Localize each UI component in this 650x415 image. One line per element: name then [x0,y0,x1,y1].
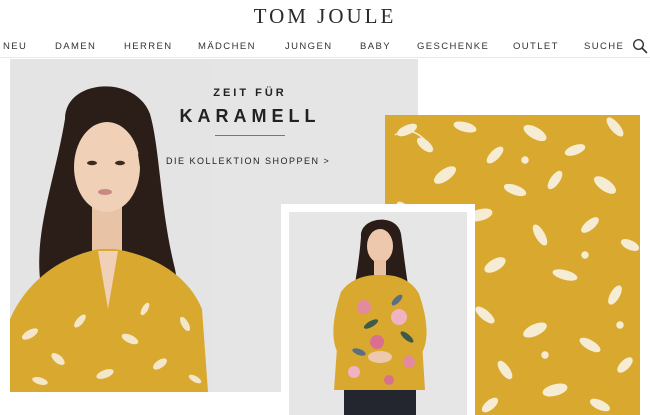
nav-item-damen[interactable]: DAMEN [55,41,96,52]
hero-kicker: ZEIT FÜR [213,87,287,99]
product-model-photo[interactable] [289,212,467,415]
nav-item-herren[interactable]: HERREN [124,41,173,52]
nav-item-baby[interactable]: BABY [360,41,391,52]
nav-item-suche[interactable]: SUCHE [584,41,624,52]
nav-item-maedchen[interactable]: MÄDCHEN [198,41,256,52]
nav-item-geschenke[interactable]: GESCHENKE [417,41,489,52]
search-icon[interactable] [632,38,648,54]
brand-logo[interactable]: TOM JOULE [0,4,650,29]
nav-item-outlet[interactable]: OUTLET [513,41,559,52]
main-nav: NEU DAMEN HERREN MÄDCHEN JUNGEN BABY GES… [0,36,650,58]
nav-item-neu[interactable]: NEU [3,41,27,52]
shop-collection-link[interactable]: DIE KOLLEKTION SHOPPEN > [166,156,330,166]
hero-text-block: ZEIT FÜR KARAMELL [160,87,340,136]
product-model-image [289,212,467,415]
nav-item-jungen[interactable]: JUNGEN [285,41,332,52]
hero-divider [215,135,285,136]
hero-headline: KARAMELL [179,106,321,126]
